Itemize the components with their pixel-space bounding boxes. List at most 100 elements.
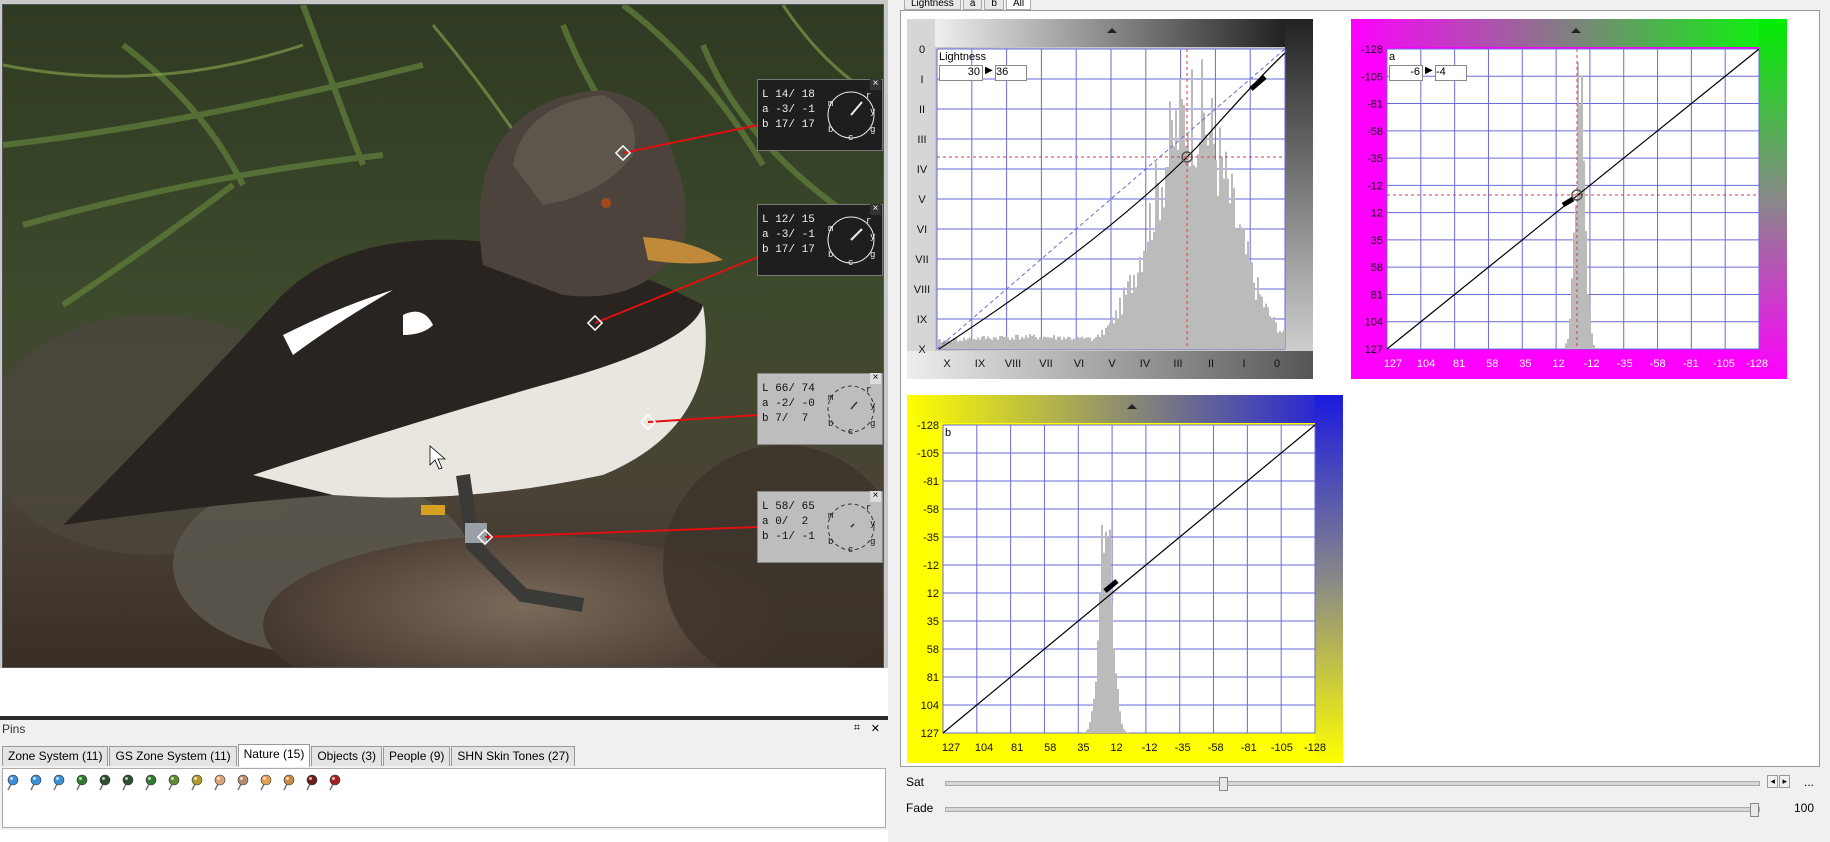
svg-text:c: c [848, 545, 853, 554]
axis-tick-label: -128 [1304, 742, 1326, 754]
svg-text:r: r [866, 216, 871, 226]
axis-tick-label: 12 [927, 588, 939, 600]
step-right-icon[interactable]: ▸ [1779, 775, 1790, 788]
axis-tick-label: 0 [1274, 358, 1280, 370]
tab-shn-skin-tones[interactable]: SHN Skin Tones (27) [451, 746, 576, 766]
pin-readout-2: × L 12/ 15 a -3/ -1 b 17/ 17 m r y g c b [757, 204, 883, 276]
pin-icon[interactable] [280, 774, 297, 791]
sat-slider-thumb[interactable] [1219, 777, 1228, 791]
pin-icon[interactable] [4, 774, 21, 791]
svg-text:b: b [828, 419, 833, 429]
pin-readout-3: × L 66/ 74 a -2/ -0 b 7/ 7 m r y g c b [757, 373, 883, 445]
tab-lightness[interactable]: Lightness [904, 0, 961, 10]
axis-tick-label: VII [915, 254, 928, 266]
axis-tick-label: II [919, 104, 925, 116]
pin-icon[interactable] [303, 774, 320, 791]
axis-tick-label: -12 [1367, 180, 1383, 192]
b-curve-panel[interactable]: -128 -105 -81 -58 -35 -12 12 35 58 81 104 127 127 10… [907, 395, 1343, 763]
pins-title: Pins [2, 722, 26, 736]
axis-tick-label: 104 [921, 700, 939, 712]
arrow-right-icon: ▶ [985, 65, 993, 76]
svg-text:r: r [866, 91, 871, 101]
lightness-label: Lightness [939, 51, 987, 63]
svg-text:m: m [828, 511, 833, 521]
axis-tick-label: -58 [1650, 358, 1666, 370]
axis-tick-label: IV [917, 164, 928, 176]
pin-icon[interactable] [119, 774, 136, 791]
pin-icon[interactable] [165, 774, 182, 791]
pin-icon[interactable] [211, 774, 228, 791]
axis-tick-label: 35 [927, 616, 939, 628]
pin-icon[interactable] [234, 774, 251, 791]
axis-tick-label: I [920, 74, 923, 86]
axis-tick-label: -35 [1617, 358, 1633, 370]
readout-a: a -3/ -1 [762, 104, 815, 116]
axis-tick-label: -58 [923, 504, 939, 516]
axis-tick-label: -35 [923, 532, 939, 544]
pin-readout-1: × L 14/ 18 a -3/ -1 b 17/ 17 m r y g c b [757, 79, 883, 151]
fade-slider-thumb[interactable] [1750, 803, 1759, 817]
a-output-value[interactable]: -4 [1435, 65, 1467, 81]
lightness-curve-panel[interactable]: 0 I II III IV V VI VII VIII IX X X IX VIII VII VI V IV II… [907, 19, 1313, 379]
tab-people[interactable]: People (9) [383, 746, 451, 766]
tab-b[interactable]: b [984, 0, 1004, 10]
pin-icon-list [4, 774, 343, 791]
axis-tick-label: 127 [1384, 358, 1402, 370]
sat-value[interactable]: ... [1804, 775, 1814, 789]
pin-icon[interactable] [50, 774, 67, 791]
axis-tick-label: 58 [1371, 262, 1383, 274]
pin-set-tabs: Zone System (11) GS Zone System (11) Nat… [2, 744, 576, 769]
axis-tick-label: VIII [1005, 358, 1022, 370]
svg-text:g: g [870, 250, 875, 260]
pin-icon[interactable] [257, 774, 274, 791]
axis-tick-label: 35 [1519, 358, 1531, 370]
dock-close-icon[interactable]: ✕ [871, 722, 880, 735]
tab-zone-system[interactable]: Zone System (11) [2, 746, 109, 766]
axis-tick-label: VIII [914, 284, 931, 296]
pin-icon[interactable] [188, 774, 205, 791]
axis-tick-label: -35 [1175, 742, 1191, 754]
a-curve-panel[interactable]: -128 -105 -81 -58 -35 -12 12 35 58 81 104 127 127 10… [1351, 19, 1787, 379]
duck-photo [3, 5, 883, 667]
tab-a[interactable]: a [962, 0, 983, 10]
readout-b: b 17/ 17 [762, 119, 815, 131]
axis-tick-label: 81 [1453, 358, 1465, 370]
axis-tick-label: 104 [975, 742, 993, 754]
fade-slider[interactable] [945, 803, 1760, 817]
b-label: b [945, 427, 952, 439]
tab-all[interactable]: All [1005, 0, 1032, 10]
lightness-output-value[interactable]: 36 [995, 65, 1027, 81]
axis-tick-label: 58 [1486, 358, 1498, 370]
svg-text:c: c [848, 133, 853, 142]
axis-tick-label: III [1173, 358, 1182, 370]
b-curve-graph[interactable]: -128 -105 -81 -58 -35 -12 12 35 58 81 104 127 127 10… [907, 395, 1343, 763]
sat-slider[interactable] [945, 777, 1760, 791]
pin-icon[interactable] [142, 774, 159, 791]
axis-tick-label: 104 [1365, 317, 1383, 329]
curves-tabs: Lightness a b All [904, 0, 1033, 10]
color-dial-icon: m r y g c b [827, 91, 876, 142]
svg-text:y: y [870, 401, 876, 411]
a-input-value[interactable]: -6 [1389, 65, 1423, 81]
axis-tick-label: X [918, 344, 926, 356]
photo-canvas[interactable]: × L 14/ 18 a -3/ -1 b 17/ 17 m r y g c b… [2, 4, 884, 668]
tab-objects[interactable]: Objects (3) [311, 746, 383, 766]
pin-icon[interactable] [96, 774, 113, 791]
dock-pin-icon[interactable]: ⌗ [854, 722, 860, 735]
axis-tick-label: -128 [1746, 358, 1768, 370]
svg-text:r: r [866, 385, 871, 395]
lightness-input-value[interactable]: 30 [939, 65, 983, 81]
svg-text:g: g [870, 125, 875, 135]
step-left-icon[interactable]: ◂ [1767, 775, 1778, 788]
pin-icon[interactable] [27, 774, 44, 791]
axis-tick-label: -58 [1208, 742, 1224, 754]
image-pane: × L 14/ 18 a -3/ -1 b 17/ 17 m r y g c b… [0, 0, 889, 668]
svg-text:c: c [848, 258, 853, 267]
pin-icon[interactable] [73, 774, 90, 791]
axis-tick-label: -12 [1142, 742, 1158, 754]
axis-tick-label: -105 [1361, 71, 1383, 83]
pin-icon[interactable] [326, 774, 343, 791]
tab-nature[interactable]: Nature (15) [237, 744, 311, 767]
axis-tick-label: 12 [1552, 358, 1564, 370]
tab-gs-zone-system[interactable]: GS Zone System (11) [109, 746, 237, 766]
